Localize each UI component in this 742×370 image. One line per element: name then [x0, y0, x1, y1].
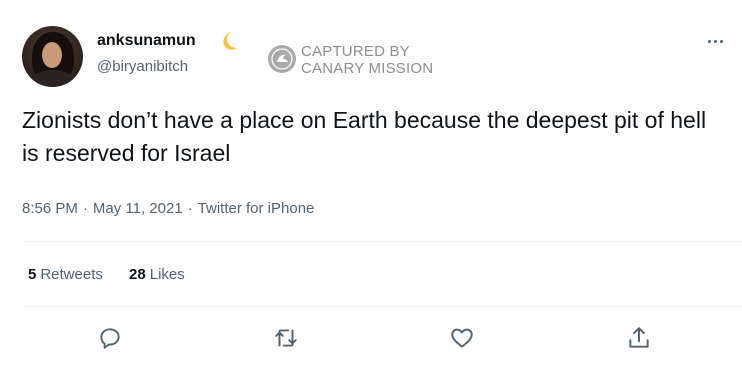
- tweet-source[interactable]: Twitter for iPhone: [198, 200, 315, 217]
- divider: [22, 241, 742, 242]
- likes-count: 28: [129, 266, 146, 283]
- canary-logo-icon: [268, 45, 296, 73]
- tweet-date[interactable]: May 11, 2021: [93, 200, 183, 217]
- share-button[interactable]: [626, 325, 652, 351]
- reply-icon: [100, 328, 120, 349]
- likes-stat[interactable]: 28 Likes: [129, 266, 185, 283]
- crescent-moon-icon: [223, 32, 237, 50]
- avatar[interactable]: [22, 26, 83, 87]
- reply-button[interactable]: [97, 325, 123, 351]
- like-icon: [451, 328, 473, 348]
- retweet-icon: [275, 329, 297, 347]
- retweets-count: 5: [28, 266, 37, 283]
- display-name[interactable]: anksunamun: [97, 32, 196, 50]
- share-icon: [629, 327, 649, 348]
- watermark-line2: CANARY MISSION: [301, 60, 434, 77]
- watermark-line1: CAPTURED BY: [301, 43, 410, 60]
- meta-separator: ·: [82, 200, 88, 217]
- tweet-text: Zionists don’t have a place on Earth bec…: [22, 107, 707, 166]
- meta-separator: ·: [187, 200, 193, 217]
- retweets-stat[interactable]: 5 Retweets: [28, 266, 103, 283]
- retweet-button[interactable]: [273, 325, 299, 351]
- likes-label: Likes: [149, 266, 185, 283]
- tweet-metadata: 8:56 PM · May 11, 2021 · Twitter for iPhone: [22, 200, 314, 217]
- user-handle[interactable]: @biryanibitch: [97, 58, 188, 75]
- divider: [22, 306, 742, 307]
- engagement-stats: 5 Retweets 28 Likes: [28, 266, 207, 283]
- like-button[interactable]: [449, 325, 475, 351]
- tweet-time[interactable]: 8:56 PM: [22, 200, 78, 217]
- tweet-card: anksunamun @biryanibitch CAPTURED BY CAN…: [0, 0, 742, 370]
- retweets-label: Retweets: [40, 266, 103, 283]
- more-options-icon[interactable]: [704, 30, 726, 52]
